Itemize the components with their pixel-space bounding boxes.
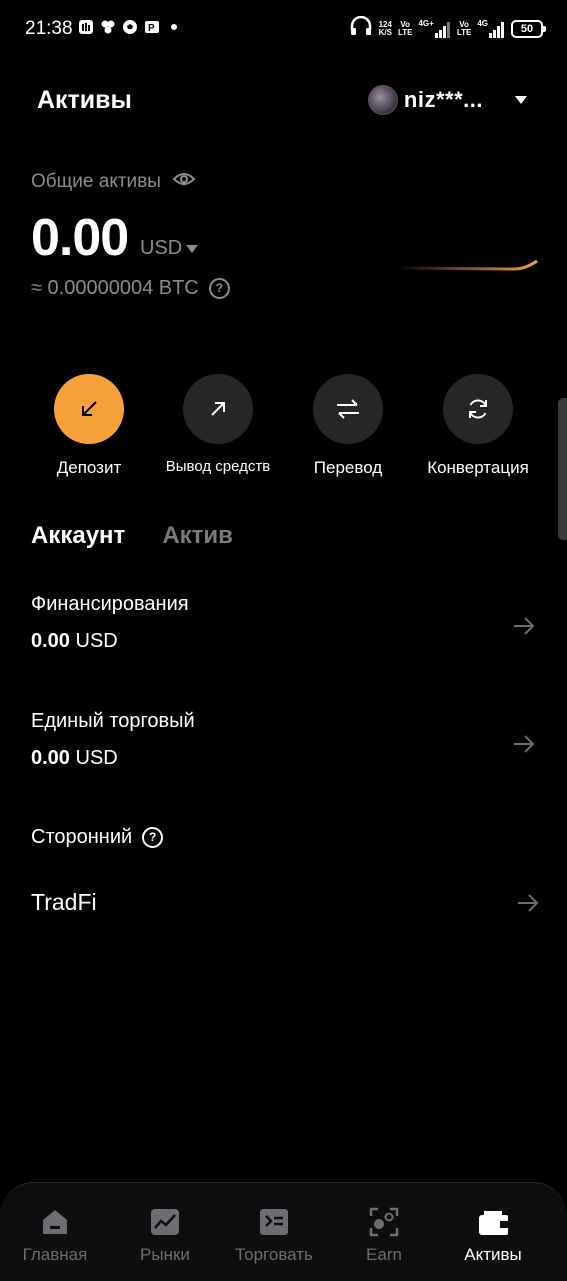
deposit-arrow-icon[interactable]	[54, 374, 124, 444]
account-name[interactable]: niz***...	[404, 87, 483, 113]
battery-icon: 50	[511, 19, 546, 38]
third-party-label: Сторонний	[31, 826, 133, 848]
net-speed: 124 K/S	[378, 19, 392, 37]
tradfi-row-label[interactable]: TradFi	[31, 889, 97, 916]
home-icon[interactable]	[40, 1207, 70, 1237]
nav-markets[interactable]: Рынки	[115, 1207, 215, 1265]
withdraw-arrow-icon[interactable]	[183, 374, 253, 444]
nav-trade[interactable]: Торговать	[224, 1207, 324, 1265]
page-title: Активы	[37, 86, 132, 114]
withdraw-button[interactable]: Вывод средств	[148, 374, 288, 475]
help-icon[interactable]: ?	[142, 827, 164, 848]
nav-assets-label[interactable]: Активы	[443, 1245, 543, 1265]
headphones-icon	[349, 15, 373, 41]
system-icons: 124 K/S Vo LTE 4G+ Vo LTE 4G 50	[349, 15, 546, 41]
wallet-icon[interactable]	[478, 1207, 508, 1237]
asset-tabs: Аккаунт Актив	[31, 522, 233, 550]
tab-account[interactable]: Аккаунт	[31, 522, 125, 550]
status-time: 21:38	[25, 18, 73, 39]
svg-text:P: P	[148, 23, 155, 34]
funding-balance: 0.00 USD	[31, 630, 189, 653]
transfer-button[interactable]: Перевод	[278, 374, 418, 478]
trade-icon[interactable]	[259, 1207, 289, 1237]
balance-sparkline	[395, 259, 538, 271]
dot-icon	[166, 19, 182, 35]
nav-earn[interactable]: Earn	[334, 1207, 434, 1265]
nav-home-label[interactable]: Главная	[5, 1245, 105, 1265]
withdraw-label[interactable]: Вывод средств	[148, 458, 288, 475]
deposit-label[interactable]: Депозит	[19, 458, 159, 478]
arrow-right-icon[interactable]	[513, 734, 535, 754]
status-bar: 21:38 P 124 K/S Vo LTE 4G+ Vo LTE 4G 50	[0, 0, 567, 58]
funding-currency: USD	[75, 630, 118, 652]
scroll-indicator[interactable]	[558, 398, 567, 540]
currency-label[interactable]: USD	[140, 237, 182, 260]
funding-amount: 0.00	[31, 630, 70, 652]
nav-earn-label[interactable]: Earn	[334, 1245, 434, 1265]
unified-label: Единый торговый	[31, 710, 195, 732]
funding-label: Финансирования	[31, 593, 189, 615]
unified-account-row[interactable]: Единый торговый 0.00 USD	[31, 710, 195, 770]
nav-markets-label[interactable]: Рынки	[115, 1245, 215, 1265]
sim1-signal: 4G+	[418, 19, 450, 38]
nav-home[interactable]: Главная	[5, 1207, 105, 1265]
chart-icon[interactable]	[150, 1207, 180, 1237]
sim1-volte: Vo LTE	[397, 19, 413, 37]
help-icon[interactable]: ?	[208, 278, 230, 299]
unified-amount: 0.00	[31, 747, 70, 769]
convert-icon[interactable]	[443, 374, 513, 444]
ball-notification-icon	[122, 19, 138, 35]
nav-assets[interactable]: Активы	[443, 1207, 543, 1265]
earn-icon[interactable]	[369, 1207, 399, 1237]
notification-icons: P	[78, 19, 182, 35]
app-notification-icon	[78, 19, 94, 35]
total-balance: 0.00	[31, 209, 129, 267]
btc-equivalent: ≈ 0.00000004 BTC	[31, 277, 199, 299]
arrow-right-icon[interactable]	[517, 893, 539, 913]
sim2-signal: 4G	[477, 19, 505, 38]
tab-asset[interactable]: Актив	[162, 522, 233, 550]
sim2-volte: Vo LTE	[456, 19, 472, 37]
eye-icon[interactable]	[172, 171, 196, 193]
convert-button[interactable]: Конвертация	[408, 374, 548, 478]
currency-selector[interactable]: USD	[140, 237, 199, 260]
account-switcher[interactable]: niz***...	[367, 85, 527, 115]
nav-trade-label[interactable]: Торговать	[224, 1245, 324, 1265]
total-assets-label: Общие активы	[31, 171, 161, 192]
avatar[interactable]	[367, 85, 398, 115]
btc-equivalent-row: ≈ 0.00000004 BTC ?	[31, 277, 230, 300]
unified-currency: USD	[75, 747, 118, 769]
total-assets-label-row: Общие активы	[31, 171, 196, 193]
chevron-down-icon[interactable]	[515, 96, 527, 104]
app-p-notification-icon: P	[144, 19, 160, 35]
caret-down-icon[interactable]	[186, 244, 199, 253]
convert-label[interactable]: Конвертация	[408, 458, 548, 478]
deposit-button[interactable]: Депозит	[19, 374, 159, 478]
third-party-section: Сторонний ?	[31, 826, 164, 849]
bottom-navigation: Главная Рынки Торговать Earn Активы	[0, 1182, 567, 1281]
arrow-right-icon[interactable]	[513, 616, 535, 636]
transfer-label[interactable]: Перевод	[278, 458, 418, 478]
transfer-icon[interactable]	[313, 374, 383, 444]
unified-balance: 0.00 USD	[31, 747, 195, 770]
funding-account-row[interactable]: Финансирования 0.00 USD	[31, 593, 189, 653]
clover-notification-icon	[100, 19, 116, 35]
